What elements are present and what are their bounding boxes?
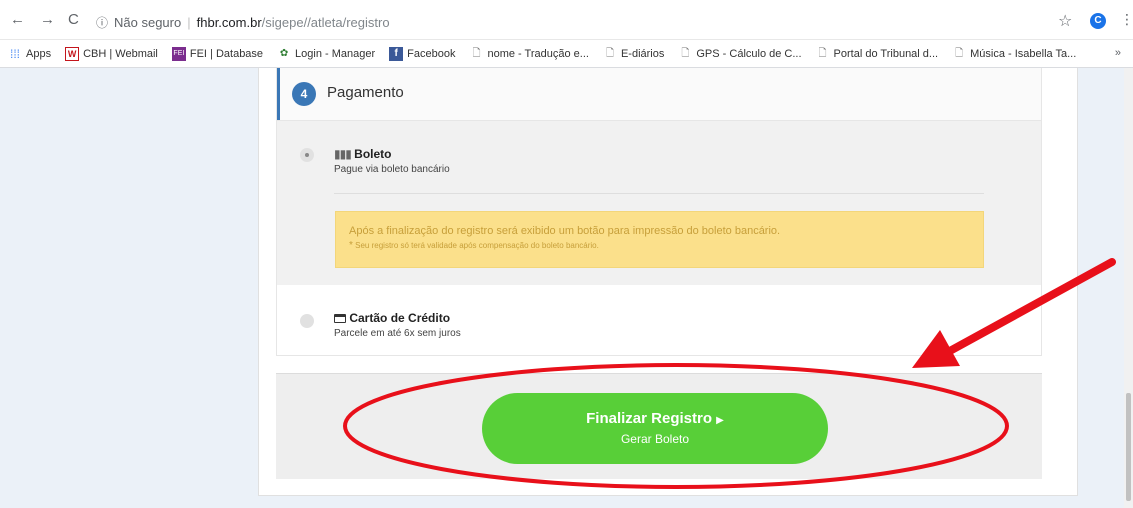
boleto-title: ▮▮▮ Boleto xyxy=(334,147,392,161)
card-subtitle: Parcele em até 6x sem juros xyxy=(334,328,461,339)
fei-icon: FEI xyxy=(171,46,186,61)
facebook-icon: f xyxy=(389,46,404,61)
page-icon: 🗋 xyxy=(681,47,690,59)
boleto-subtitle: Pague via boleto bancário xyxy=(334,164,450,175)
bookmark-traducao[interactable]: 🗋 nome - Tradução e... xyxy=(469,47,589,61)
apps-grid-icon: ⁞⁞⁞ xyxy=(9,46,20,61)
notice-text: Após a finalização do registro será exib… xyxy=(349,225,781,237)
bookmark-label: GPS - Cálculo de C... xyxy=(696,47,802,60)
barcode-icon: ▮▮▮ xyxy=(334,147,352,161)
card-title: Cartão de Crédito xyxy=(334,311,450,325)
url-separator: | xyxy=(187,14,191,30)
reload-icon[interactable]: C xyxy=(68,10,79,30)
notice-footnote: * Seu registro só terá validade após com… xyxy=(349,240,983,251)
bookmark-musica[interactable]: 🗋 Música - Isabella Ta... xyxy=(952,47,1076,61)
bookmark-gps[interactable]: 🗋 GPS - Cálculo de C... xyxy=(678,47,801,61)
bookmarks-bar: ⁞⁞⁞ Apps W CBH | Webmail FEI FEI | Database… xyxy=(0,40,1133,68)
url-path: /sigepe//atleta/registro xyxy=(261,14,390,30)
bookmark-portal[interactable]: 🗋 Portal do Tribunal d... xyxy=(816,47,939,61)
url-field[interactable]: ⓘ Não seguro | fhbr.com.br/sigepe//atlet… xyxy=(96,12,390,32)
bookmark-star-icon[interactable]: ☆ xyxy=(1058,11,1072,31)
bookmark-label: Música - Isabella Ta... xyxy=(970,47,1077,60)
webmail-icon: W xyxy=(65,46,80,61)
scrollbar[interactable] xyxy=(1124,68,1133,508)
page-icon: 🗋 xyxy=(818,47,827,59)
bookmark-label: CBH | Webmail xyxy=(83,47,158,60)
address-bar: ← → C ⓘ Não seguro | fhbr.com.br/sigepe/… xyxy=(0,0,1133,40)
bookmark-login[interactable]: ✿ Login - Manager xyxy=(277,47,375,61)
option-divider xyxy=(334,193,984,194)
bookmark-facebook[interactable]: f Facebook xyxy=(389,46,456,61)
menu-kebab-icon[interactable]: ⋮ xyxy=(1120,11,1133,28)
info-icon[interactable]: ⓘ xyxy=(96,14,108,31)
more-bookmarks-icon[interactable]: » xyxy=(1115,47,1121,59)
step-title: Pagamento xyxy=(327,84,404,101)
login-icon: ✿ xyxy=(279,47,289,59)
boleto-title-text: Boleto xyxy=(354,147,392,161)
bookmark-label: Login - Manager xyxy=(295,47,376,60)
notice-footnote-text: Seu registro só terá validade após compe… xyxy=(355,241,599,250)
form-footer: Finalizar Registro ▶ Gerar Boleto xyxy=(276,373,1042,479)
scrollbar-thumb[interactable] xyxy=(1126,393,1131,501)
bookmark-label: Portal do Tribunal d... xyxy=(833,47,939,60)
page-icon: 🗋 xyxy=(605,47,614,59)
forward-arrow-icon[interactable]: → xyxy=(40,10,55,30)
notice-asterisk: * xyxy=(349,240,353,251)
bookmark-ediarios[interactable]: 🗋 E-diários xyxy=(603,47,664,61)
finish-button-label: Finalizar Registro ▶ xyxy=(482,410,828,427)
card-radio[interactable] xyxy=(300,314,314,328)
page-icon: 🗋 xyxy=(955,47,964,59)
boleto-radio[interactable] xyxy=(300,148,314,162)
card-title-text: Cartão de Crédito xyxy=(349,311,451,325)
caret-right-icon: ▶ xyxy=(716,415,724,426)
step-header: 4 Pagamento xyxy=(277,68,1041,120)
bookmark-apps[interactable]: ⁞⁞⁞ Apps xyxy=(8,47,51,61)
bookmark-label: E-diários xyxy=(620,47,665,60)
finish-button-sublabel: Gerar Boleto xyxy=(620,432,690,446)
bookmark-label: nome - Tradução e... xyxy=(487,47,589,60)
step-number-badge: 4 xyxy=(292,82,316,106)
payment-option-boleto[interactable]: ▮▮▮ Boleto Pague via boleto bancário Apó… xyxy=(277,120,1041,285)
credit-card-icon xyxy=(334,314,346,323)
finish-button-line1: Finalizar Registro xyxy=(586,410,712,427)
boleto-notice: Após a finalização do registro será exib… xyxy=(335,211,984,268)
profile-avatar[interactable]: C xyxy=(1090,13,1106,29)
bookmark-webmail[interactable]: W CBH | Webmail xyxy=(65,46,158,61)
not-secure-label: Não seguro xyxy=(114,14,182,30)
finish-registration-button[interactable]: Finalizar Registro ▶ Gerar Boleto xyxy=(482,393,828,464)
bookmark-fei[interactable]: FEI FEI | Database xyxy=(171,46,264,61)
payment-option-card[interactable]: Cartão de Crédito Parcele em até 6x sem … xyxy=(277,285,1041,355)
payment-step-card: 4 Pagamento ▮▮▮ Boleto Pague via boleto … xyxy=(276,68,1042,356)
bookmark-label: Apps xyxy=(26,47,52,60)
page-icon: 🗋 xyxy=(472,47,481,59)
bookmark-label: Facebook xyxy=(407,47,456,60)
url-host: fhbr.com.br xyxy=(196,14,262,30)
bookmark-label: FEI | Database xyxy=(189,47,264,60)
back-arrow-icon[interactable]: ← xyxy=(10,10,25,30)
